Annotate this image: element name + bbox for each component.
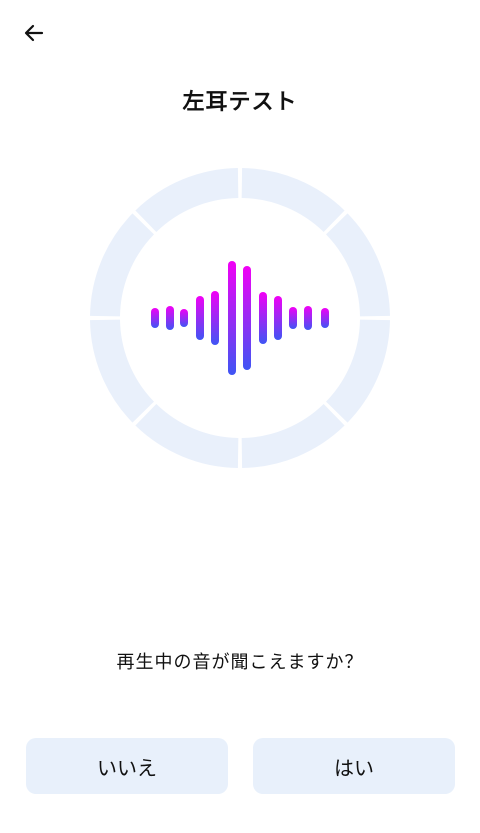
no-button[interactable]: いいえ [26,738,228,794]
waveform-bar [289,307,297,329]
waveform-bar [321,308,329,328]
waveform-bar [180,309,188,327]
ring-segment [241,404,345,468]
ring-segment [90,213,154,317]
arrow-left-icon [24,24,44,42]
ring-segment [326,319,390,423]
waveform-bar [304,306,312,330]
question-text: 再生中の音が聞こえますか？ [116,652,364,673]
waveform-bar [243,266,251,370]
yes-button-label: はい [334,755,374,780]
sound-waveform-icon [151,261,329,375]
waveform-bar [211,291,219,345]
waveform-bar [196,296,204,340]
progress-ring [90,168,390,468]
ring-segment [135,404,239,468]
waveform-bar [259,292,267,344]
no-button-label: いいえ [97,755,157,780]
ring-segment [135,168,239,232]
waveform-bar [166,306,174,330]
waveform-bar [228,261,236,375]
back-button[interactable] [14,16,54,50]
hearing-test-visual [90,168,390,468]
ring-segment [326,213,390,317]
ring-segment [241,168,345,232]
yes-button[interactable]: はい [253,738,455,794]
waveform-bar [151,308,159,328]
page-title: 左耳テスト [182,90,298,115]
waveform-bar [274,296,282,340]
ring-segment [90,319,154,423]
